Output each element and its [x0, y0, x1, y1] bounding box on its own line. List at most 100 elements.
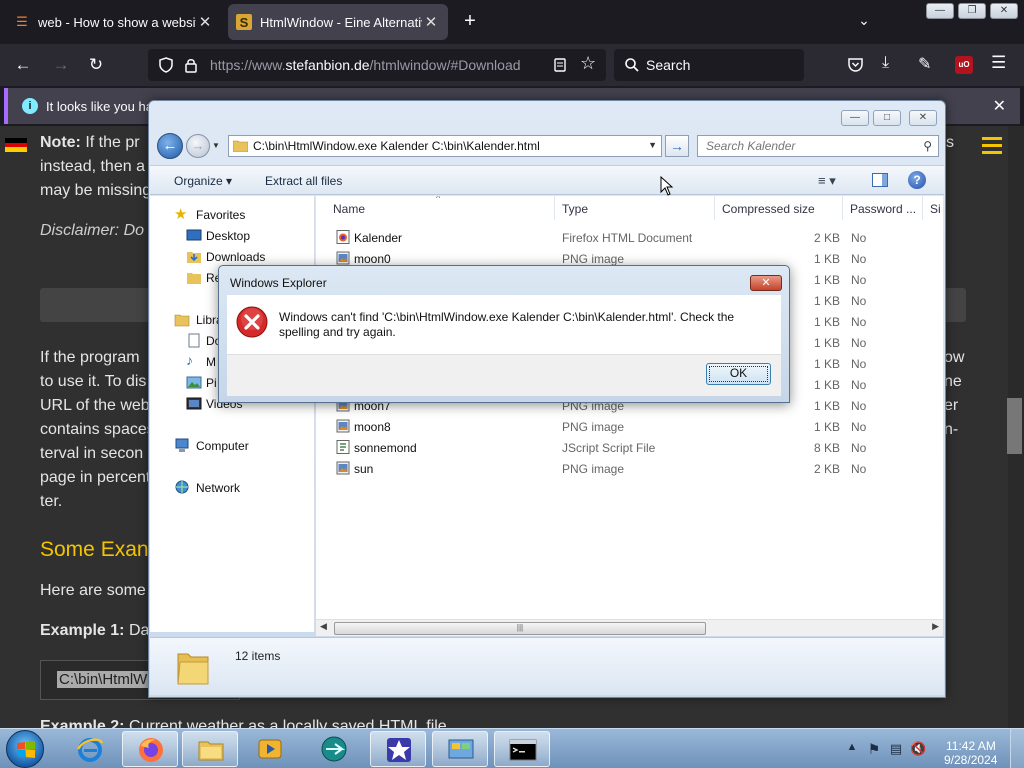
control-panel-icon — [448, 739, 474, 759]
explorer-maximize-button[interactable]: □ — [873, 110, 901, 126]
item-count: 12 items — [235, 649, 281, 663]
browser-close-button[interactable]: ✕ — [990, 3, 1018, 19]
list-all-tabs-chevron-icon[interactable]: ⌄ — [852, 12, 876, 32]
column-separator[interactable] — [842, 196, 843, 220]
explorer-search-input[interactable]: Search Kalender ⚲ — [697, 135, 939, 157]
nav-desktop[interactable]: Desktop — [150, 225, 315, 246]
column-header-type[interactable]: Type — [562, 202, 588, 216]
column-separator[interactable] — [554, 196, 555, 220]
ok-button[interactable]: OK — [706, 363, 771, 385]
browser-minimize-button[interactable]: — — [926, 3, 954, 19]
preview-pane-icon[interactable] — [872, 173, 888, 187]
change-view-icon[interactable]: ≡ ▾ — [818, 173, 836, 189]
taskbar-command-prompt[interactable] — [494, 731, 550, 767]
desktop-icon — [186, 229, 202, 241]
search-icon[interactable]: ⚲ — [923, 139, 932, 153]
browser-tab-htmlwindow[interactable]: S HtmlWindow - Eine Alternative ✕ — [228, 4, 448, 40]
start-button[interactable] — [6, 730, 44, 768]
address-bar[interactable]: C:\bin\HtmlWindow.exe Kalender C:\bin\Ka… — [228, 135, 662, 157]
pocket-icon[interactable] — [847, 57, 864, 73]
clock-time[interactable]: 11:42 AM — [946, 739, 996, 753]
browser-tab-stackexchange[interactable]: ☰ web - How to show a website as ✕ — [6, 4, 222, 40]
lock-icon[interactable] — [184, 57, 198, 73]
taskbar-internet-explorer[interactable] — [62, 731, 118, 767]
file-row[interactable]: moon8 PNG image 1 KB No — [316, 416, 943, 437]
taskbar-control-panel[interactable] — [432, 731, 488, 767]
column-separator[interactable] — [714, 196, 715, 220]
taskbar-teamviewer[interactable] — [306, 731, 362, 767]
volume-muted-icon[interactable]: 🔇 — [910, 741, 926, 757]
scroll-right-icon[interactable]: ▶ — [932, 621, 939, 632]
scroll-left-icon[interactable]: ◀ — [320, 621, 327, 632]
error-dialog: Windows Explorer ✕ Windows can't find 'C… — [218, 265, 790, 403]
horizontal-scrollbar-thumb[interactable]: ||| — [334, 622, 706, 635]
nav-favorites[interactable]: ★ Favorites — [150, 204, 315, 225]
url-bar[interactable]: https://www.stefanbion.de/htmlwindow/#Do… — [148, 49, 606, 81]
file-password-protected: No — [851, 315, 867, 329]
paragraph-line: page in percent — [40, 469, 151, 486]
site-menu-icon[interactable] — [982, 136, 1002, 154]
dialog-close-button[interactable]: ✕ — [750, 275, 782, 291]
nav-downloads[interactable]: Downloads — [150, 246, 315, 267]
file-password-protected: No — [851, 441, 867, 455]
browser-restore-button[interactable]: ❐ — [958, 3, 986, 19]
nav-network[interactable]: Network — [150, 477, 315, 498]
recent-pages-chevron-icon[interactable]: ▼ — [212, 141, 222, 151]
nav-computer[interactable]: Computer — [150, 435, 315, 456]
paragraph-line: terval in secon — [40, 445, 144, 462]
file-password-protected: No — [851, 357, 867, 371]
dialog-footer: OK — [227, 354, 781, 396]
clock-date[interactable]: 9/28/2024 — [944, 753, 997, 767]
shield-icon[interactable] — [158, 57, 174, 73]
action-center-flag-icon[interactable]: ⚑ — [866, 741, 882, 757]
file-name: Kalender — [354, 231, 403, 245]
downloads-icon[interactable]: ⤓ — [882, 54, 889, 72]
taskbar-windows-explorer[interactable] — [182, 731, 238, 767]
new-tab-button[interactable]: + — [458, 10, 482, 34]
explorer-close-button[interactable]: ✕ — [909, 110, 937, 126]
file-compressed-size: 1 KB — [813, 420, 840, 434]
taskbar-star-app[interactable] — [370, 731, 426, 767]
help-icon[interactable]: ? — [908, 171, 926, 189]
forward-arrow-icon[interactable]: → — [48, 53, 74, 77]
taskbar-media-player[interactable] — [242, 731, 298, 767]
close-tab-icon[interactable]: ✕ — [196, 13, 214, 31]
star-icon: ★ — [174, 206, 188, 223]
file-password-protected: No — [851, 399, 867, 413]
close-tab-icon[interactable]: ✕ — [422, 13, 440, 31]
back-arrow-icon[interactable]: ← — [157, 133, 183, 159]
file-row[interactable]: Kalender Firefox HTML Document 2 KB No — [316, 227, 943, 248]
forward-arrow-icon[interactable]: → — [186, 134, 210, 158]
dialog-body: Windows can't find 'C:\bin\HtmlWindow.ex… — [227, 295, 781, 354]
explorer-minimize-button[interactable]: — — [841, 110, 869, 126]
show-hidden-icons-icon[interactable]: ▲ — [844, 741, 860, 757]
extract-all-files-button[interactable]: Extract all files — [265, 174, 342, 188]
file-row[interactable]: sonnemond JScript Script File 8 KB No — [316, 437, 943, 458]
page-scrollbar-thumb[interactable] — [1007, 398, 1022, 454]
address-dropdown-icon[interactable]: ▼ — [648, 140, 657, 150]
column-header-name[interactable]: Name — [333, 202, 365, 216]
back-arrow-icon[interactable]: ← — [10, 53, 36, 77]
ublock-origin-icon[interactable]: uO — [955, 56, 973, 74]
reader-view-icon[interactable] — [552, 57, 568, 73]
taskbar-firefox[interactable] — [122, 731, 178, 767]
windows-logo-icon — [17, 741, 35, 758]
reload-icon[interactable]: ↻ — [83, 53, 109, 77]
column-separator[interactable] — [922, 196, 923, 220]
show-desktop-button[interactable] — [1010, 729, 1024, 768]
network-status-icon[interactable]: ▤ — [888, 741, 904, 757]
folder-icon — [233, 140, 248, 152]
column-header-size[interactable]: Si — [930, 202, 941, 216]
column-header-compressed-size[interactable]: Compressed size — [722, 202, 815, 216]
organize-button[interactable]: Organize ▾ — [174, 174, 232, 188]
horizontal-scrollbar[interactable]: ◀ ||| ▶ — [316, 619, 943, 636]
close-icon[interactable]: ✕ — [993, 96, 1006, 116]
hamburger-menu-icon[interactable]: ☰ — [991, 53, 1006, 73]
file-row[interactable]: sun PNG image 2 KB No — [316, 458, 943, 479]
column-header-password[interactable]: Password ... — [850, 202, 916, 216]
bookmark-star-icon[interactable]: ☆ — [580, 53, 596, 74]
go-arrow-icon[interactable]: → — [665, 135, 689, 157]
search-bar[interactable]: Search — [614, 49, 804, 81]
german-flag-icon[interactable] — [5, 138, 27, 152]
extensions-puzzle-icon[interactable]: ✎ — [918, 54, 931, 74]
